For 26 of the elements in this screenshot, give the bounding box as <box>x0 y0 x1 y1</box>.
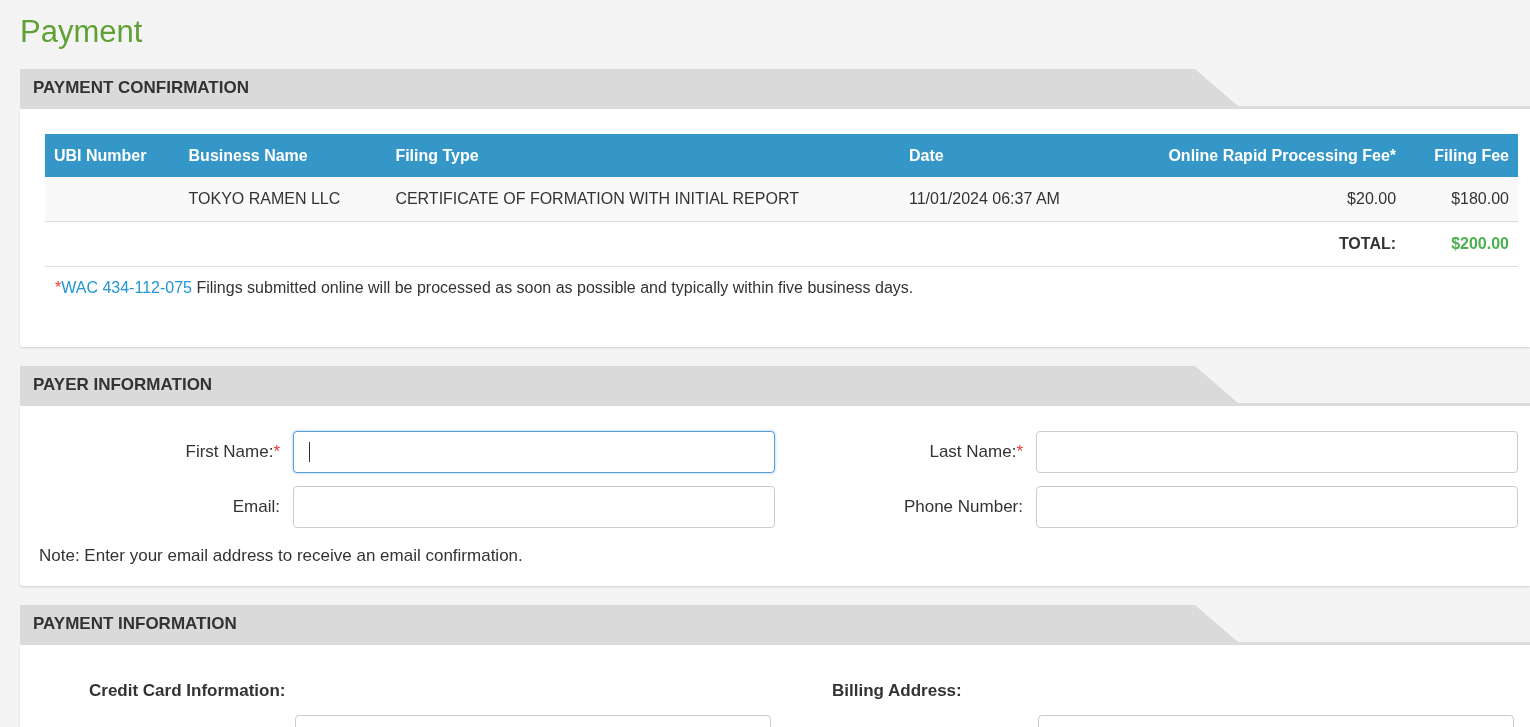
field-label: Phone Number: <box>902 497 1023 517</box>
regulation-link[interactable]: WAC 434-112-075 <box>61 279 192 296</box>
column-header: Date <box>900 134 1106 177</box>
table-cell: CERTIFICATE OF FORMATION WITH INITIAL REPORT <box>386 177 900 222</box>
table-cell: $20.00 <box>1105 177 1406 222</box>
table-cell: 11/01/2024 06:37 AM <box>900 177 1106 222</box>
section-title: PAYER INFORMATION <box>33 374 213 395</box>
column-header: Business Name <box>179 134 387 177</box>
table-cell: TOKYO RAMEN LLC <box>179 177 387 222</box>
column-header: Online Rapid Processing Fee* <box>1105 134 1406 177</box>
field-label: First Name:* <box>184 442 280 462</box>
footnote-text: *WAC 434-112-075 Filings submitted online will be processed as soon as possible and typically within five business days. <box>55 279 915 297</box>
column-header: UBI Number <box>45 134 180 177</box>
field-label: Last Name:* <box>928 442 1023 462</box>
total-label: TOTAL: <box>1338 235 1397 252</box>
table-cell: $180.00 <box>1405 177 1518 222</box>
column-header: Filing Fee <box>1405 134 1518 177</box>
section-title: PAYMENT CONFIRMATION <box>33 77 249 98</box>
email-note: Note: Enter your email address to receive an email confirmation. <box>39 546 524 566</box>
section-title: PAYMENT INFORMATION <box>33 613 237 634</box>
page-title: Payment <box>20 13 144 51</box>
subsection-heading: Credit Card Information: <box>89 681 287 701</box>
total-amount: $200.00 <box>1451 235 1509 252</box>
field-label: Email: <box>231 497 280 517</box>
column-header: Filing Type <box>386 134 900 177</box>
subsection-heading: Billing Address: <box>832 681 963 701</box>
